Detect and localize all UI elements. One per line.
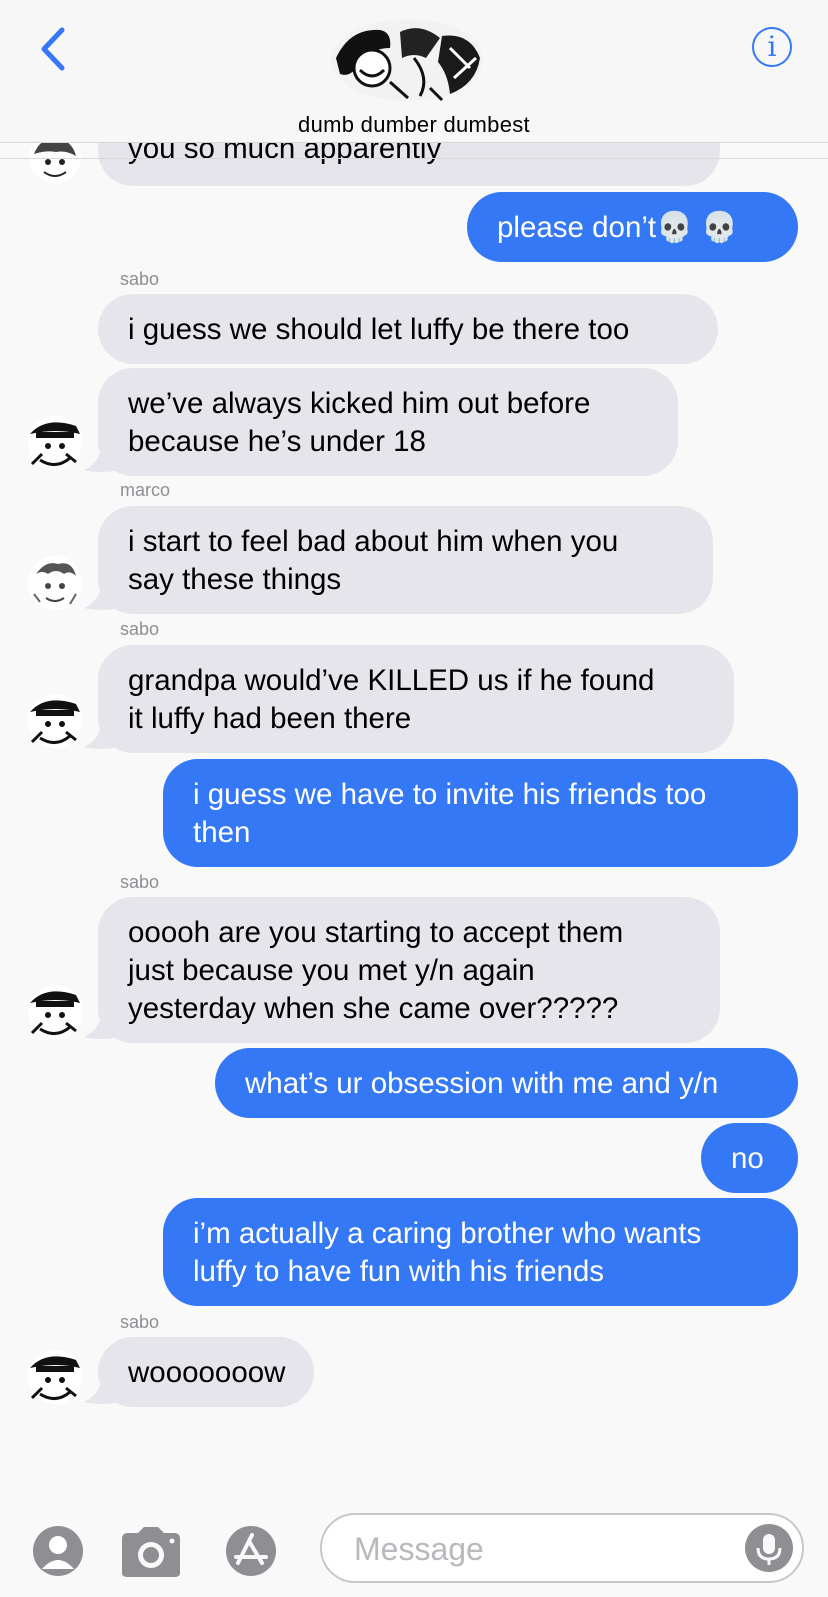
message-text: no	[731, 1142, 764, 1175]
sender-avatar-sabo[interactable]	[26, 414, 84, 472]
message-text-line: luffy to have fun with his friends	[193, 1255, 605, 1288]
message-bubble-outgoing[interactable]: i guess we have to invite his friends to…	[163, 759, 798, 867]
message-bubble-incoming[interactable]: i guess we should let luffy be there too	[98, 294, 718, 364]
sender-name: marco	[120, 480, 171, 500]
message-bubble-incoming[interactable]: i start to feel bad about him when you s…	[98, 506, 713, 614]
sender-name: sabo	[120, 1312, 160, 1332]
sender-name: sabo	[120, 619, 160, 639]
bubble-tail	[84, 717, 120, 749]
message-text: i guess we should let luffy be there too	[128, 313, 630, 346]
sender-name: sabo	[120, 269, 160, 289]
microphone-icon[interactable]	[744, 1523, 794, 1573]
group-avatar[interactable]	[330, 18, 485, 102]
message-bubble-outgoing[interactable]: no	[701, 1123, 798, 1193]
sender-name: sabo	[120, 872, 160, 892]
message-text-line: ooooh are you starting to accept them	[128, 916, 624, 949]
divider	[0, 158, 828, 159]
message-bubble-incoming[interactable]: wooooooow	[98, 1337, 314, 1407]
message-bubble-incoming[interactable]: grandpa would’ve KILLED us if he found i…	[98, 645, 734, 753]
message-text-line: it luffy had been there	[128, 702, 412, 735]
message-bubble-incoming[interactable]: ooooh are you starting to accept them ju…	[98, 897, 720, 1043]
message-text-line: yesterday when she came over?????	[128, 992, 619, 1025]
sender-avatar-marco[interactable]	[26, 554, 84, 612]
message-text: what’s ur obsession with me and y/n	[245, 1067, 719, 1100]
contact-icon[interactable]	[32, 1525, 84, 1577]
bubble-tail	[84, 1372, 120, 1404]
info-icon[interactable]: i	[752, 27, 792, 67]
bubble-tail	[84, 1007, 120, 1039]
camera-icon[interactable]	[118, 1525, 184, 1579]
message-input[interactable]	[352, 1515, 716, 1583]
message-text-line: we’ve always kicked him out before	[128, 387, 591, 420]
message-field[interactable]	[320, 1513, 804, 1583]
app-store-icon[interactable]	[222, 1525, 280, 1577]
message-text-line: just because you met y/n again	[128, 954, 535, 987]
message-bubble-incoming[interactable]: we’ve always kicked him out before becau…	[98, 368, 678, 476]
message-bubble-outgoing[interactable]: please don’t💀 💀	[467, 192, 798, 262]
message-text-line: i’m actually a caring brother who wants	[193, 1217, 702, 1250]
message-text-line: grandpa would’ve KILLED us if he found	[128, 664, 655, 697]
bubble-tail	[84, 578, 120, 610]
back-chevron-icon[interactable]	[34, 24, 74, 74]
message-bubble-outgoing[interactable]: what’s ur obsession with me and y/n	[215, 1048, 798, 1118]
group-name[interactable]: dumb dumber dumbest	[0, 112, 828, 138]
sender-avatar-sabo[interactable]	[26, 983, 84, 1041]
bubble-tail	[84, 440, 120, 472]
message-text-line: i start to feel bad about him when you	[128, 525, 619, 558]
message-text: wooooooow	[128, 1356, 286, 1389]
sender-avatar-sabo[interactable]	[26, 692, 84, 750]
conversation-header: i dumb dumber dumbest	[0, 0, 828, 143]
message-text: please don’t💀 💀	[497, 211, 738, 244]
message-text-line: i guess we have to invite his friends to…	[193, 778, 707, 811]
message-bubble-outgoing[interactable]: i’m actually a caring brother who wants …	[163, 1198, 798, 1306]
message-text-line: because he’s under 18	[128, 425, 426, 458]
message-text-line: then	[193, 816, 251, 849]
message-text-line: say these things	[128, 563, 342, 596]
sender-avatar-sabo[interactable]	[26, 1348, 84, 1406]
